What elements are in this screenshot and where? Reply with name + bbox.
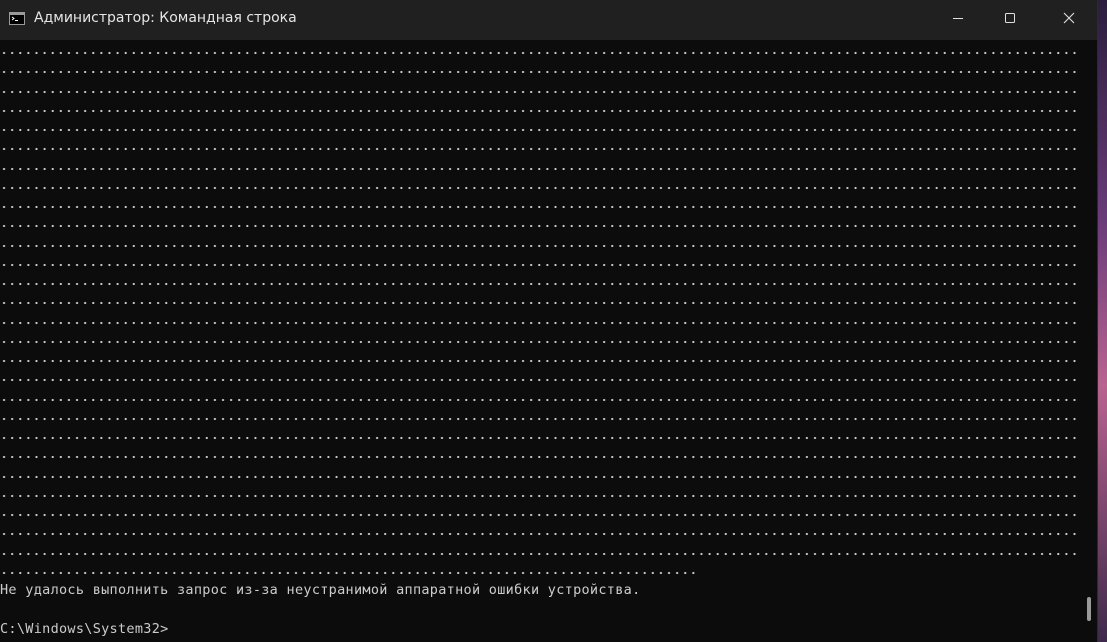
dot-row — [0, 549, 1080, 558]
dot-row — [0, 472, 1080, 481]
close-icon — [1063, 11, 1075, 29]
dot-row — [0, 280, 1080, 288]
maximize-icon — [1004, 11, 1016, 29]
dot-row — [0, 183, 1080, 192]
dot-row — [0, 106, 1080, 115]
dot-row — [0, 453, 1080, 462]
vertical-scrollbar[interactable] — [1080, 40, 1097, 642]
title-bar[interactable]: Администратор: Командная строка — [0, 0, 1097, 40]
dot-row — [0, 241, 1080, 250]
dot-row — [0, 203, 1080, 211]
dot-row — [0, 299, 1080, 308]
dot-row — [0, 434, 1080, 442]
dot-row — [0, 491, 1080, 500]
command-prompt[interactable]: C:\Windows\System32> — [0, 620, 169, 638]
dot-row — [0, 376, 1080, 385]
dot-row — [0, 68, 1080, 77]
minimize-icon — [952, 11, 964, 29]
dot-row — [0, 530, 1080, 539]
close-button[interactable] — [1046, 0, 1092, 40]
console-output[interactable]: Не удалось выполнить запрос из-за неустр… — [0, 40, 1080, 642]
dot-row — [0, 337, 1080, 346]
dot-row — [0, 126, 1080, 134]
dot-row — [0, 569, 700, 577]
dot-row — [0, 145, 1080, 154]
desktop-background: Администратор: Командная строка Не удало… — [0, 0, 1107, 642]
dot-row — [0, 164, 1080, 173]
scrollbar-thumb[interactable] — [1087, 597, 1091, 621]
dot-row — [0, 260, 1080, 269]
dot-row — [0, 395, 1080, 404]
dot-row — [0, 318, 1080, 327]
dot-row — [0, 87, 1080, 96]
dot-row — [0, 511, 1080, 519]
minimize-button[interactable] — [935, 0, 981, 40]
cmd-icon — [9, 12, 25, 25]
dot-row — [0, 357, 1080, 365]
maximize-button[interactable] — [987, 0, 1033, 40]
dot-row — [0, 414, 1080, 423]
dot-row — [0, 49, 1080, 57]
window-title: Администратор: Командная строка — [34, 10, 297, 26]
error-message: Не удалось выполнить запрос из-за неустр… — [0, 582, 641, 598]
dot-row — [0, 222, 1080, 231]
command-prompt-window[interactable]: Администратор: Командная строка Не удало… — [0, 0, 1098, 642]
